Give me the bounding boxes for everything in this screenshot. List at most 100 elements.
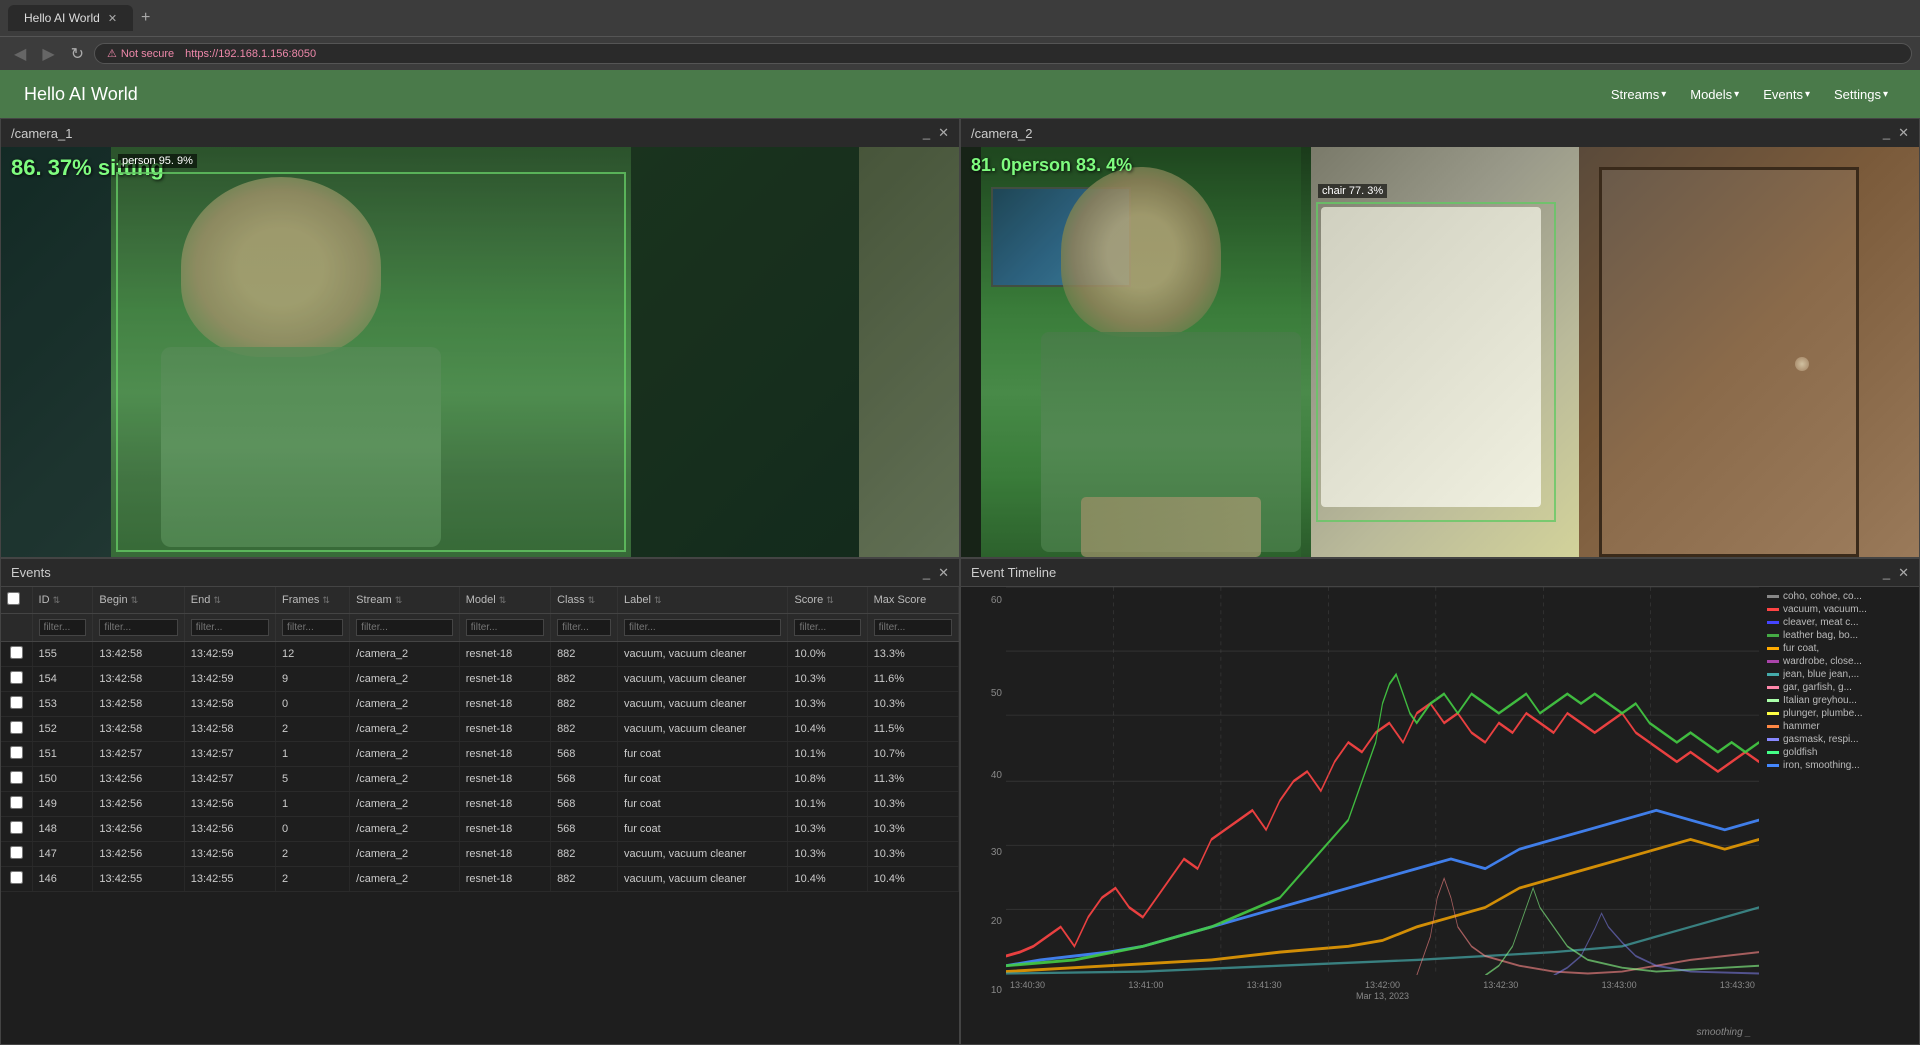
legend-item-8: Italian greyhou...: [1767, 695, 1911, 706]
col-header-stream[interactable]: Stream ⇅: [350, 587, 460, 614]
camera2-header: /camera_2 _ ✕: [961, 119, 1919, 147]
filter-class[interactable]: [551, 614, 618, 642]
x-label-1: 13:41:00: [1128, 980, 1163, 990]
streams-menu[interactable]: Streams: [1603, 83, 1674, 106]
row-select-7[interactable]: [1, 817, 32, 842]
col-header-end[interactable]: End ⇅: [184, 587, 275, 614]
camera1-minimize-icon[interactable]: _: [923, 125, 930, 141]
col-header-class[interactable]: Class ⇅: [551, 587, 618, 614]
events-table-container[interactable]: ID ⇅ Begin ⇅ End ⇅ Frames ⇅ Stream ⇅ Mod…: [1, 587, 959, 1044]
legend-text-7: gar, garfish, g...: [1783, 682, 1852, 693]
cell-end-1: 13:42:59: [184, 667, 275, 692]
col-header-label[interactable]: Label ⇅: [618, 587, 788, 614]
legend-color-11: [1767, 738, 1779, 741]
filter-end-input[interactable]: [191, 619, 269, 636]
table-row[interactable]: 153 13:42:58 13:42:58 0 /camera_2 resnet…: [1, 692, 959, 717]
row-select-5[interactable]: [1, 767, 32, 792]
timeline-close-icon[interactable]: ✕: [1898, 565, 1909, 581]
filter-model[interactable]: [459, 614, 550, 642]
filter-label-input[interactable]: [624, 619, 781, 636]
filter-maxscore-input[interactable]: [874, 619, 952, 636]
cell-stream-7: /camera_2: [350, 817, 460, 842]
table-row[interactable]: 154 13:42:58 13:42:59 9 /camera_2 resnet…: [1, 667, 959, 692]
filter-end[interactable]: [184, 614, 275, 642]
table-row[interactable]: 147 13:42:56 13:42:56 2 /camera_2 resnet…: [1, 842, 959, 867]
cell-model-2: resnet-18: [459, 692, 550, 717]
legend-color-9: [1767, 712, 1779, 715]
filter-stream-input[interactable]: [356, 619, 453, 636]
filter-class-input[interactable]: [557, 619, 611, 636]
col-header-begin[interactable]: Begin ⇅: [93, 587, 184, 614]
table-row[interactable]: 146 13:42:55 13:42:55 2 /camera_2 resnet…: [1, 867, 959, 892]
filter-stream[interactable]: [350, 614, 460, 642]
cell-class-1: 882: [551, 667, 618, 692]
legend-color-6: [1767, 673, 1779, 676]
filter-label[interactable]: [618, 614, 788, 642]
forward-button[interactable]: ▶: [36, 42, 60, 66]
col-header-model[interactable]: Model ⇅: [459, 587, 550, 614]
legend-item-5: wardrobe, close...: [1767, 656, 1911, 667]
cell-model-7: resnet-18: [459, 817, 550, 842]
col-header-score[interactable]: Score ⇅: [788, 587, 867, 614]
camera1-panel: /camera_1 _ ✕ 86. 37% sitting: [0, 118, 960, 558]
table-row[interactable]: 150 13:42:56 13:42:57 5 /camera_2 resnet…: [1, 767, 959, 792]
cell-begin-3: 13:42:58: [93, 717, 184, 742]
row-select-8[interactable]: [1, 842, 32, 867]
table-row[interactable]: 148 13:42:56 13:42:56 0 /camera_2 resnet…: [1, 817, 959, 842]
models-label: Models: [1690, 87, 1732, 102]
row-select-0[interactable]: [1, 642, 32, 667]
col-header-id[interactable]: ID ⇅: [32, 587, 93, 614]
legend-text-1: vacuum, vacuum...: [1783, 604, 1867, 615]
table-row[interactable]: 149 13:42:56 13:42:56 1 /camera_2 resnet…: [1, 792, 959, 817]
table-row[interactable]: 155 13:42:58 13:42:59 12 /camera_2 resne…: [1, 642, 959, 667]
camera2-close-icon[interactable]: ✕: [1898, 125, 1909, 141]
filter-id[interactable]: [32, 614, 93, 642]
filter-id-input[interactable]: [39, 619, 87, 636]
events-menu[interactable]: Events: [1755, 83, 1818, 106]
cell-id-5: 150: [32, 767, 93, 792]
streams-label: Streams: [1611, 87, 1659, 102]
row-select-3[interactable]: [1, 717, 32, 742]
cell-class-4: 568: [551, 742, 618, 767]
new-tab-icon[interactable]: +: [141, 9, 150, 27]
models-menu[interactable]: Models: [1682, 83, 1747, 106]
settings-menu[interactable]: Settings: [1826, 83, 1896, 106]
table-row[interactable]: 151 13:42:57 13:42:57 1 /camera_2 resnet…: [1, 742, 959, 767]
table-row[interactable]: 152 13:42:58 13:42:58 2 /camera_2 resnet…: [1, 717, 959, 742]
filter-model-input[interactable]: [466, 619, 544, 636]
row-select-1[interactable]: [1, 667, 32, 692]
row-select-6[interactable]: [1, 792, 32, 817]
events-minimize-icon[interactable]: _: [923, 565, 930, 581]
timeline-minimize-icon[interactable]: _: [1883, 565, 1890, 581]
filter-frames-input[interactable]: [282, 619, 343, 636]
events-label: Events: [1763, 87, 1803, 102]
cell-end-5: 13:42:57: [184, 767, 275, 792]
bottom-section: Events _ ✕ ID ⇅ Begin ⇅ End ⇅ Frames ⇅ S…: [0, 558, 1920, 1045]
col-header-maxscore[interactable]: Max Score: [867, 587, 958, 614]
filter-begin[interactable]: [93, 614, 184, 642]
legend-color-7: [1767, 686, 1779, 689]
camera2-minimize-icon[interactable]: _: [1883, 125, 1890, 141]
browser-tab[interactable]: Hello AI World ✕: [8, 5, 133, 31]
filter-score[interactable]: [788, 614, 867, 642]
address-field[interactable]: ⚠ Not secure https://192.168.1.156:8050: [94, 43, 1912, 64]
select-all-checkbox[interactable]: [1, 587, 32, 614]
row-select-2[interactable]: [1, 692, 32, 717]
row-select-9[interactable]: [1, 867, 32, 892]
cell-id-6: 149: [32, 792, 93, 817]
camera2-chair-box: chair 77. 3%: [1316, 202, 1556, 522]
filter-score-input[interactable]: [794, 619, 860, 636]
reload-button[interactable]: ↻: [65, 42, 90, 66]
filter-frames[interactable]: [276, 614, 350, 642]
filter-maxscore[interactable]: [867, 614, 958, 642]
filter-begin-input[interactable]: [99, 619, 177, 636]
tab-close-icon[interactable]: ✕: [108, 12, 117, 25]
row-select-4[interactable]: [1, 742, 32, 767]
events-table: ID ⇅ Begin ⇅ End ⇅ Frames ⇅ Stream ⇅ Mod…: [1, 587, 959, 892]
events-panel: Events _ ✕ ID ⇅ Begin ⇅ End ⇅ Frames ⇅ S…: [0, 558, 960, 1045]
col-header-frames[interactable]: Frames ⇅: [276, 587, 350, 614]
events-close-icon[interactable]: ✕: [938, 565, 949, 581]
camera1-close-icon[interactable]: ✕: [938, 125, 949, 141]
cell-frames-1: 9: [276, 667, 350, 692]
back-button[interactable]: ◀: [8, 42, 32, 66]
